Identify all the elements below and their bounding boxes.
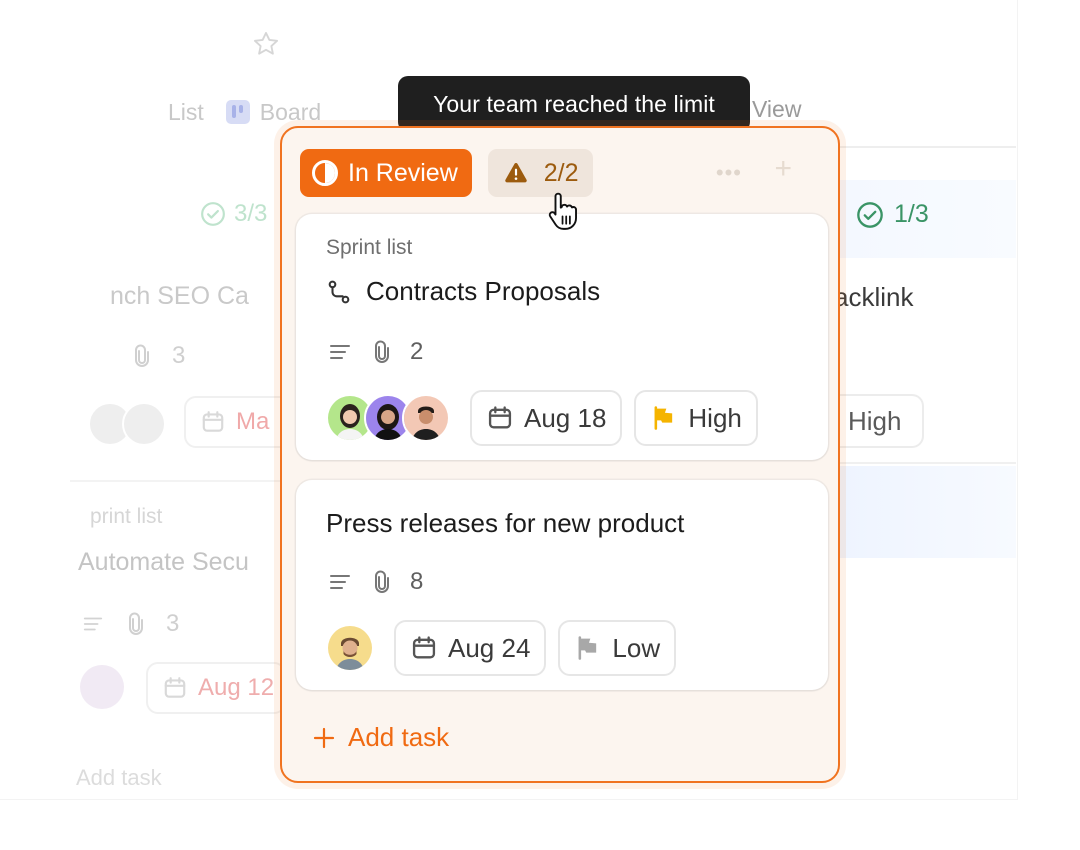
due-date: Aug 24 xyxy=(448,632,531,663)
task-card[interactable]: Sprint list Contracts Proposals 2 Aug 18… xyxy=(296,214,828,460)
paperclip-icon xyxy=(375,570,389,593)
card-list-name: Sprint list xyxy=(326,236,413,259)
plus-icon xyxy=(313,727,335,748)
left-card1-attachments: 3 xyxy=(172,342,186,369)
check-circle-icon xyxy=(201,202,225,226)
right-card-placeholder xyxy=(838,466,1016,558)
limit-count: 2/2 xyxy=(543,158,579,187)
in-review-status-icon xyxy=(312,160,338,186)
warning-icon xyxy=(505,163,527,183)
more-options-icon[interactable]: ••• xyxy=(716,160,742,186)
priority-chip[interactable]: Low xyxy=(558,620,677,676)
paperclip-icon xyxy=(375,340,389,363)
add-task-button[interactable]: Add task xyxy=(312,722,449,753)
attachment-count: 8 xyxy=(410,568,424,595)
left-card2-date-chip[interactable]: Aug 12 xyxy=(146,662,286,714)
card-footer: Aug 18 High xyxy=(326,390,758,446)
view-tabs: List Board xyxy=(168,96,321,128)
status-label: In Review xyxy=(348,158,458,187)
flag-icon xyxy=(654,406,673,430)
right-card-title[interactable]: acklink xyxy=(834,282,913,313)
left-card1-meta: 3 xyxy=(130,342,185,370)
add-icon[interactable]: + xyxy=(774,152,792,186)
card-title: Press releases for new product xyxy=(326,508,685,538)
left-card2-title[interactable]: Automate Secu xyxy=(78,548,249,577)
right-card-priority-chip[interactable]: High xyxy=(832,394,924,448)
left-card2-meta: 3 xyxy=(80,610,179,638)
assignee-avatars[interactable] xyxy=(326,624,374,672)
due-date-chip[interactable]: Aug 18 xyxy=(470,390,623,446)
card-meta: 8 xyxy=(326,568,423,596)
left-card1-date: Ma xyxy=(236,408,270,435)
card-footer: Aug 24 Low xyxy=(326,620,677,676)
tab-view[interactable]: View xyxy=(752,96,801,123)
star-icon[interactable] xyxy=(252,30,280,58)
limit-tooltip: Your team reached the limit xyxy=(398,76,750,132)
card-title-row: Contracts Proposals xyxy=(326,276,600,307)
priority-label: High xyxy=(688,402,742,433)
avatar xyxy=(122,402,166,446)
priority-label: Low xyxy=(612,632,661,663)
card-title: Contracts Proposals xyxy=(366,276,601,306)
board-icon xyxy=(225,100,250,124)
left-card1-title[interactable]: nch SEO Ca xyxy=(110,282,249,311)
left-card1-date-chip[interactable]: Ma xyxy=(184,396,294,448)
tab-list[interactable]: List xyxy=(168,99,204,126)
description-icon xyxy=(83,617,103,631)
avatar xyxy=(326,624,374,672)
left-card2-date: Aug 12 xyxy=(198,674,275,701)
task-card[interactable]: Press releases for new product 8 Aug 24 … xyxy=(296,480,828,690)
left-column-count: 3/3 xyxy=(200,200,267,228)
calendar-icon xyxy=(488,406,512,429)
card-title-row: Press releases for new product xyxy=(326,508,684,539)
right-column-count-text: 1/3 xyxy=(894,200,929,228)
right-column-count: 1/3 xyxy=(856,200,929,229)
attachment-count: 2 xyxy=(410,338,424,365)
left-card2-list: print list xyxy=(90,505,163,528)
subtask-route-icon xyxy=(328,280,350,303)
hand-cursor-icon xyxy=(548,192,577,230)
calendar-icon xyxy=(412,636,436,659)
due-date: Aug 18 xyxy=(524,402,607,433)
paperclip-icon xyxy=(129,612,143,635)
divider xyxy=(70,480,290,482)
calendar-icon xyxy=(164,677,186,698)
left-card2-attachments: 3 xyxy=(166,610,180,637)
avatar xyxy=(80,665,124,709)
priority-chip[interactable]: High xyxy=(634,390,758,446)
add-task-label: Add task xyxy=(348,722,450,752)
left-column-count-text: 3/3 xyxy=(234,200,268,227)
description-icon xyxy=(330,575,350,589)
tab-board-label: Board xyxy=(259,98,322,125)
assignee-avatars[interactable] xyxy=(326,394,450,442)
avatar xyxy=(402,394,450,442)
due-date-chip[interactable]: Aug 24 xyxy=(394,620,547,676)
divider xyxy=(838,462,1016,464)
left-card1-avatars xyxy=(88,402,166,446)
calendar-icon xyxy=(202,411,224,432)
flag-icon xyxy=(578,636,597,660)
description-icon xyxy=(330,345,350,359)
left-add-task[interactable]: Add task xyxy=(76,765,162,791)
right-card-priority: High xyxy=(848,405,902,436)
paperclip-icon xyxy=(135,344,149,367)
tab-board[interactable]: Board xyxy=(225,98,322,126)
check-circle-icon xyxy=(857,201,883,228)
card-meta: 2 xyxy=(326,338,423,366)
status-pill[interactable]: In Review xyxy=(300,149,472,197)
